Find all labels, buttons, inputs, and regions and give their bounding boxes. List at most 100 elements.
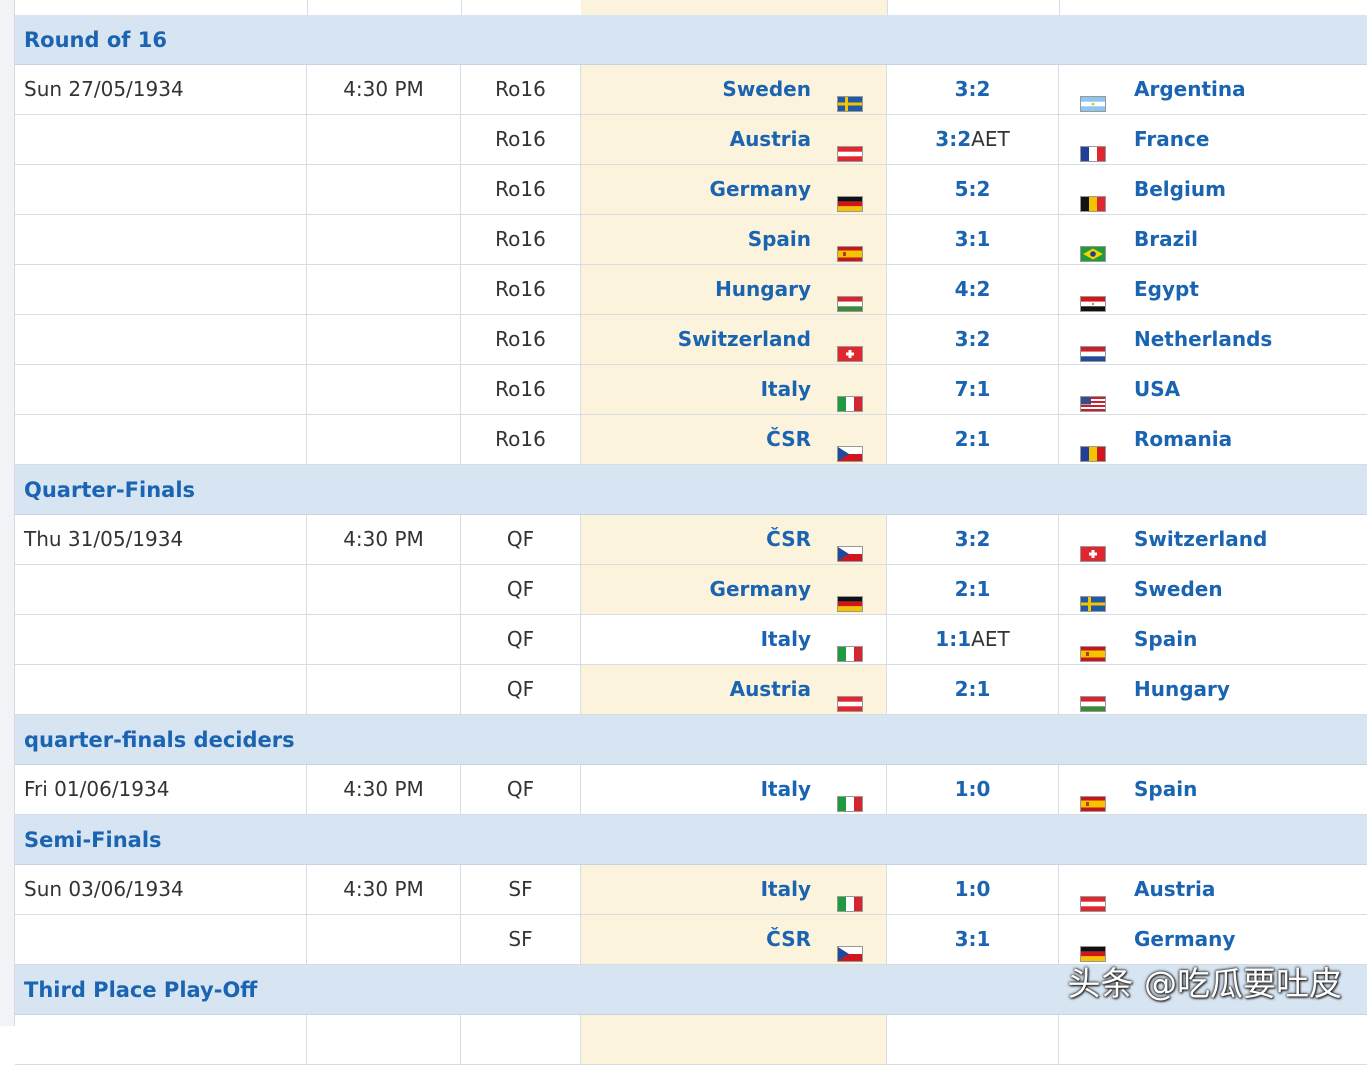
match-row[interactable]: Ro16 Germany 5:2 Belgium <box>15 165 1367 215</box>
match-row[interactable]: Ro16 Austria 3:2AET France <box>15 115 1367 165</box>
away-team-link[interactable]: Hungary <box>1134 665 1230 714</box>
section-title: quarter-finals deciders <box>24 728 295 752</box>
home-team-link[interactable]: Austria <box>730 665 811 714</box>
away-team-cell: Argentina <box>1059 65 1367 114</box>
away-team-cell: Austria <box>1059 865 1367 914</box>
match-round: QF <box>461 565 581 614</box>
match-row[interactable]: Ro16 ČSR 2:1 Romania <box>15 415 1367 465</box>
away-team-link[interactable]: Egypt <box>1134 265 1199 314</box>
away-team-cell: Romania <box>1059 415 1367 464</box>
home-team-link[interactable]: Italy <box>761 865 811 914</box>
match-round: QF <box>461 765 581 814</box>
home-team-link[interactable]: Switzerland <box>678 315 811 364</box>
match-row[interactable]: Ro16 Italy 7:1 USA <box>15 365 1367 415</box>
match-date <box>15 665 307 714</box>
away-team-link[interactable]: Switzerland <box>1134 515 1267 564</box>
match-score-link[interactable]: 1:1AET <box>887 615 1059 664</box>
score-value: 3:2 <box>935 127 972 151</box>
home-team-link[interactable]: ČSR <box>766 915 811 964</box>
away-team-cell: Brazil <box>1059 215 1367 264</box>
italy-flag-icon <box>837 646 863 662</box>
page-left-edge <box>0 0 15 1026</box>
home-team-link[interactable]: Italy <box>761 365 811 414</box>
austria-flag-icon <box>1080 896 1106 912</box>
home-team-cell: Italy <box>581 765 887 814</box>
away-team-link[interactable]: USA <box>1134 365 1180 414</box>
away-team-link[interactable]: Austria <box>1134 865 1215 914</box>
home-team-link[interactable]: Germany <box>710 165 811 214</box>
austria-flag-icon <box>837 146 863 162</box>
home-team-link[interactable]: Hungary <box>715 265 811 314</box>
away-team-link[interactable]: Sweden <box>1134 565 1223 614</box>
match-score-link[interactable]: 3:2 <box>887 315 1059 364</box>
match-score-link[interactable]: 2:1 <box>887 565 1059 614</box>
match-row[interactable]: Ro16 Hungary 4:2 Egypt <box>15 265 1367 315</box>
home-team-link[interactable]: Sweden <box>722 65 811 114</box>
match-score-link[interactable]: 3:1 <box>887 215 1059 264</box>
match-score-link[interactable]: 3:2 <box>887 515 1059 564</box>
match-score-link[interactable]: 3:2AET <box>887 115 1059 164</box>
home-team-link[interactable]: Italy <box>761 765 811 814</box>
match-row[interactable]: Sun 27/05/1934 4:30 PM Ro16 Sweden 3:2 Argent… <box>15 65 1367 115</box>
match-score-link[interactable]: 7:1 <box>887 365 1059 414</box>
home-team-link[interactable]: Spain <box>748 215 811 264</box>
match-round: QF <box>461 615 581 664</box>
score-value: 1:0 <box>954 777 991 801</box>
match-row[interactable]: Thu 31/05/1934 4:30 PM QF ČSR 3:2 Switzerland <box>15 515 1367 565</box>
match-row[interactable]: Fri 01/06/1934 4:30 PM QF Italy 1:0 Spain <box>15 765 1367 815</box>
netherlands-flag-icon <box>1080 346 1106 362</box>
match-row[interactable]: Sun 03/06/1934 4:30 PM SF Italy 1:0 Austria <box>15 865 1367 915</box>
match-time <box>307 115 461 164</box>
italy-flag-icon <box>837 796 863 812</box>
away-team-link[interactable]: Belgium <box>1134 165 1226 214</box>
match-score-link[interactable]: 3:2 <box>887 65 1059 114</box>
match-round: Ro16 <box>461 365 581 414</box>
match-date <box>15 415 307 464</box>
away-team-link[interactable]: Spain <box>1134 765 1197 814</box>
home-team-link[interactable]: Germany <box>710 565 811 614</box>
match-score-link[interactable]: 2:1 <box>887 665 1059 714</box>
away-team-cell: USA <box>1059 365 1367 414</box>
away-team-link[interactable]: Netherlands <box>1134 315 1272 364</box>
section-header: Quarter-Finals <box>15 465 1367 515</box>
match-date <box>15 565 307 614</box>
match-date: Sun 03/06/1934 <box>15 865 307 914</box>
match-row[interactable]: QF Germany 2:1 Sweden <box>15 565 1367 615</box>
spain-flag-icon <box>1080 646 1106 662</box>
match-score-link[interactable]: 2:1 <box>887 415 1059 464</box>
switzerland-flag-icon <box>837 346 863 362</box>
match-row[interactable]: QF Italy 1:1AET Spain <box>15 615 1367 665</box>
match-round: Ro16 <box>461 115 581 164</box>
match-time: 4:30 PM <box>307 515 461 564</box>
romania-flag-icon <box>1080 446 1106 462</box>
home-team-link[interactable]: Italy <box>761 615 811 664</box>
home-team-cell: ČSR <box>581 515 887 564</box>
away-team-link[interactable]: Romania <box>1134 415 1232 464</box>
czechoslovakia-flag-icon <box>837 946 863 962</box>
away-team-link[interactable]: Brazil <box>1134 215 1198 264</box>
away-team-link[interactable]: France <box>1134 115 1209 164</box>
home-team-cell: Spain <box>581 215 887 264</box>
match-time <box>307 365 461 414</box>
match-row[interactable]: QF Austria 2:1 Hungary <box>15 665 1367 715</box>
home-team-link[interactable]: Austria <box>730 115 811 164</box>
sweden-flag-icon <box>1080 596 1106 612</box>
match-score-link[interactable]: 1:0 <box>887 865 1059 914</box>
away-team-link[interactable]: Spain <box>1134 615 1197 664</box>
home-team-link[interactable]: ČSR <box>766 515 811 564</box>
match-time <box>307 915 461 964</box>
away-team-link[interactable]: Argentina <box>1134 65 1246 114</box>
section-header: quarter-finals deciders <box>15 715 1367 765</box>
match-row[interactable]: Ro16 Spain 3:1 Brazil <box>15 215 1367 265</box>
home-team-cell: Italy <box>581 865 887 914</box>
match-score-link[interactable]: 3:1 <box>887 915 1059 964</box>
score-value: 1:0 <box>954 877 991 901</box>
match-date: Sun 27/05/1934 <box>15 65 307 114</box>
home-team-link[interactable]: ČSR <box>766 415 811 464</box>
home-team-cell: Germany <box>581 565 887 614</box>
match-score-link[interactable]: 1:0 <box>887 765 1059 814</box>
match-row[interactable]: Ro16 Switzerland 3:2 Netherlands <box>15 315 1367 365</box>
match-score-link[interactable]: 5:2 <box>887 165 1059 214</box>
match-score-link[interactable]: 4:2 <box>887 265 1059 314</box>
match-row <box>15 1015 1367 1065</box>
